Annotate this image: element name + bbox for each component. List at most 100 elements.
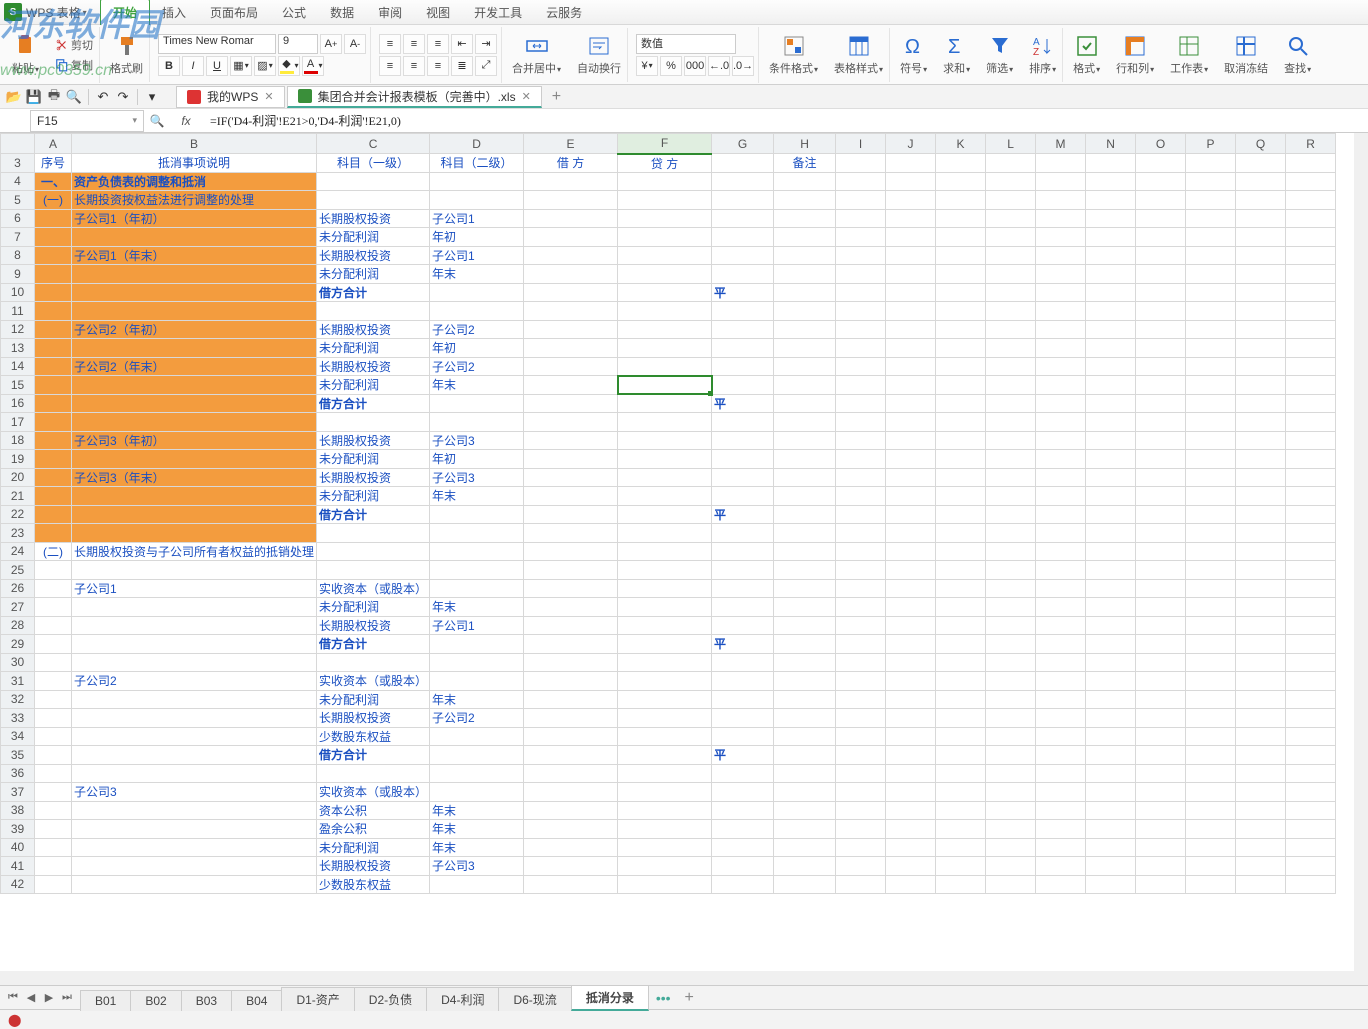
cell-D36[interactable] <box>430 764 524 783</box>
cell-A16[interactable] <box>35 394 72 413</box>
cell-H42[interactable] <box>774 875 836 894</box>
cell-H36[interactable] <box>774 764 836 783</box>
cell-B8[interactable]: 子公司1（年末） <box>72 246 317 265</box>
cell-C37[interactable]: 实收资本（或股本） <box>317 783 430 802</box>
cell-H38[interactable] <box>774 801 836 820</box>
cell-K11[interactable] <box>936 302 986 321</box>
cell-L30[interactable] <box>986 653 1036 672</box>
cell-L32[interactable] <box>986 690 1036 709</box>
cell-P28[interactable] <box>1186 616 1236 635</box>
cell-I42[interactable] <box>836 875 886 894</box>
cell-G7[interactable] <box>712 228 774 247</box>
cell-G23[interactable] <box>712 524 774 543</box>
cell-P3[interactable] <box>1186 154 1236 173</box>
row-header-30[interactable]: 30 <box>1 653 35 672</box>
cell-C9[interactable]: 未分配利润 <box>317 265 430 284</box>
cell-R42[interactable] <box>1286 875 1336 894</box>
menu-tab-2[interactable]: 页面布局 <box>198 0 270 25</box>
cell-N40[interactable] <box>1086 838 1136 857</box>
cell-C41[interactable]: 长期股权投资 <box>317 857 430 876</box>
cell-H18[interactable] <box>774 431 836 450</box>
cell-D29[interactable] <box>430 635 524 654</box>
cell-E17[interactable] <box>524 413 618 432</box>
cell-N8[interactable] <box>1086 246 1136 265</box>
cell-P18[interactable] <box>1186 431 1236 450</box>
cell-A26[interactable] <box>35 579 72 598</box>
cell-M3[interactable] <box>1036 154 1086 173</box>
cell-I5[interactable] <box>836 191 886 210</box>
cell-C34[interactable]: 少数股东权益 <box>317 727 430 746</box>
cell-H22[interactable] <box>774 505 836 524</box>
cell-O20[interactable] <box>1136 468 1186 487</box>
sheet-tab-B03[interactable]: B03 <box>181 990 232 1011</box>
cell-I30[interactable] <box>836 653 886 672</box>
cell-I4[interactable] <box>836 172 886 191</box>
cell-O25[interactable] <box>1136 561 1186 580</box>
cell-K6[interactable] <box>936 209 986 228</box>
cell-A17[interactable] <box>35 413 72 432</box>
cell-N27[interactable] <box>1086 598 1136 617</box>
cell-N23[interactable] <box>1086 524 1136 543</box>
cell-O10[interactable] <box>1136 283 1186 302</box>
cell-O28[interactable] <box>1136 616 1186 635</box>
cell-L26[interactable] <box>986 579 1036 598</box>
cell-B38[interactable] <box>72 801 317 820</box>
cell-N22[interactable] <box>1086 505 1136 524</box>
cell-P25[interactable] <box>1186 561 1236 580</box>
cell-D37[interactable] <box>430 783 524 802</box>
cell-C18[interactable]: 长期股权投资 <box>317 431 430 450</box>
cell-G11[interactable] <box>712 302 774 321</box>
cell-E31[interactable] <box>524 672 618 691</box>
cell-P5[interactable] <box>1186 191 1236 210</box>
cell-F6[interactable] <box>618 209 712 228</box>
cell-R3[interactable] <box>1286 154 1336 173</box>
cell-K7[interactable] <box>936 228 986 247</box>
cell-I39[interactable] <box>836 820 886 839</box>
cell-O33[interactable] <box>1136 709 1186 728</box>
cell-F10[interactable] <box>618 283 712 302</box>
cell-M12[interactable] <box>1036 320 1086 339</box>
cell-A37[interactable] <box>35 783 72 802</box>
cell-L23[interactable] <box>986 524 1036 543</box>
indent-right-button[interactable]: ⇥ <box>475 34 497 54</box>
cell-J21[interactable] <box>886 487 936 506</box>
cell-N13[interactable] <box>1086 339 1136 358</box>
cell-E8[interactable] <box>524 246 618 265</box>
cell-J4[interactable] <box>886 172 936 191</box>
cell-B26[interactable]: 子公司1 <box>72 579 317 598</box>
record-macro-icon[interactable]: ⬤ <box>8 1013 21 1027</box>
cell-L37[interactable] <box>986 783 1036 802</box>
percent-button[interactable]: % <box>660 56 682 76</box>
cell-K17[interactable] <box>936 413 986 432</box>
cell-J18[interactable] <box>886 431 936 450</box>
cell-I21[interactable] <box>836 487 886 506</box>
cell-C14[interactable]: 长期股权投资 <box>317 357 430 376</box>
cell-O31[interactable] <box>1136 672 1186 691</box>
cell-L36[interactable] <box>986 764 1036 783</box>
cell-O30[interactable] <box>1136 653 1186 672</box>
row-header-12[interactable]: 12 <box>1 320 35 339</box>
cell-C35[interactable]: 借方合计 <box>317 746 430 765</box>
cell-M38[interactable] <box>1036 801 1086 820</box>
cell-D35[interactable] <box>430 746 524 765</box>
cell-O8[interactable] <box>1136 246 1186 265</box>
cell-O16[interactable] <box>1136 394 1186 413</box>
italic-button[interactable]: I <box>182 56 204 76</box>
cell-O14[interactable] <box>1136 357 1186 376</box>
col-header-N[interactable]: N <box>1086 134 1136 154</box>
cell-I25[interactable] <box>836 561 886 580</box>
cell-G22[interactable]: 平 <box>712 505 774 524</box>
cell-P34[interactable] <box>1186 727 1236 746</box>
col-header-F[interactable]: F <box>618 134 712 154</box>
cell-P40[interactable] <box>1186 838 1236 857</box>
cell-K30[interactable] <box>936 653 986 672</box>
row-header-14[interactable]: 14 <box>1 357 35 376</box>
cell-M22[interactable] <box>1036 505 1086 524</box>
cell-J34[interactable] <box>886 727 936 746</box>
cell-J30[interactable] <box>886 653 936 672</box>
cell-Q28[interactable] <box>1236 616 1286 635</box>
cell-L25[interactable] <box>986 561 1036 580</box>
cell-G24[interactable] <box>712 542 774 561</box>
cell-B39[interactable] <box>72 820 317 839</box>
cell-H26[interactable] <box>774 579 836 598</box>
